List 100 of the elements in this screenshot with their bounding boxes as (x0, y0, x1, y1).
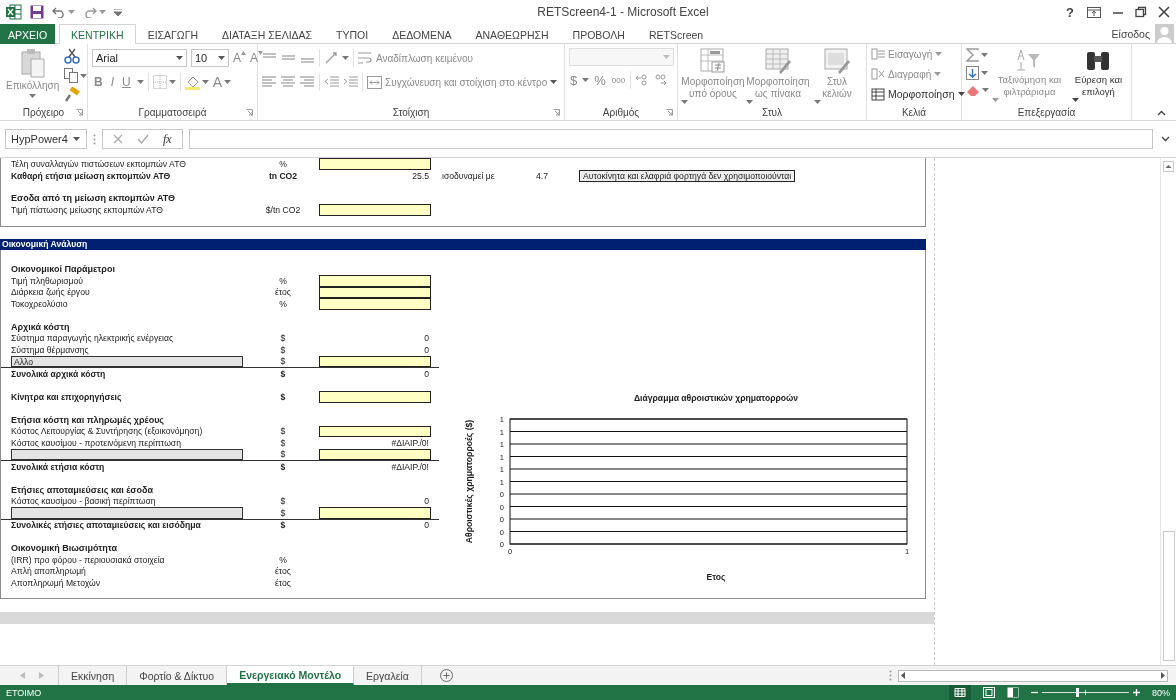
help-button[interactable]: ? (1064, 4, 1076, 20)
ribbon-display-icon[interactable] (1087, 6, 1101, 18)
redo-icon[interactable] (83, 6, 97, 18)
eraser-icon[interactable] (966, 84, 980, 96)
currency-button[interactable]: $ (569, 72, 579, 88)
unit-label: $ (279, 391, 287, 402)
expand-formula-icon[interactable] (1161, 136, 1170, 142)
ribbon-tab[interactable]: ΤΥΠΟΙ (324, 24, 381, 44)
caret-icon (1071, 98, 1079, 102)
page-break-icon[interactable] (1007, 687, 1019, 698)
equivalence-value: 4.7 (535, 170, 549, 181)
caret-icon (663, 55, 670, 59)
vertical-scrollbar[interactable] (1160, 158, 1176, 665)
scroll-thumb[interactable] (1162, 531, 1175, 661)
window-title: RETScreen4-1 - Microsoft Excel (536, 5, 710, 19)
ribbon-tab[interactable]: ΚΕΝΤΡΙΚΗ (59, 24, 136, 44)
format-painter-icon[interactable] (64, 87, 81, 103)
dialog-launcher-icon[interactable] (666, 109, 673, 116)
italic-button[interactable]: I (108, 75, 116, 89)
horizontal-scrollbar[interactable] (898, 669, 1168, 682)
customize-menu-icon[interactable] (114, 8, 122, 16)
slider-thumb[interactable] (1076, 688, 1080, 697)
sign-in-link[interactable]: Είσοδος (1111, 27, 1150, 40)
clipboard-icon (19, 48, 46, 78)
caret-icon (218, 56, 225, 60)
conditional-formatting-icon (700, 48, 726, 74)
save-icon[interactable] (30, 5, 44, 19)
restore-icon[interactable] (1135, 6, 1147, 18)
ribbon-tab[interactable]: ΑΝΑΘΕΩΡΗΣΗ (463, 24, 561, 44)
ribbon-tab[interactable]: ΔΙΑΤΑΞΗ ΣΕΛΙΔΑΣ (210, 24, 325, 44)
scissors-icon[interactable] (64, 48, 81, 64)
underline-button[interactable]: U (120, 75, 133, 89)
name-box[interactable]: HypPower4 (5, 129, 87, 149)
ribbon-tab[interactable]: ΕΙΣΑΓΩΓΗ (135, 24, 211, 44)
caret-icon (681, 100, 689, 104)
dialog-launcher-icon[interactable] (246, 109, 253, 116)
bold-button[interactable]: B (92, 75, 105, 89)
input-cell[interactable] (319, 448, 431, 460)
input-cell[interactable] (319, 158, 431, 170)
page-layout-icon[interactable] (983, 687, 995, 698)
down-caret-icon (258, 51, 264, 55)
ribbon-tab[interactable]: ΠΡΟΒΟΛΗ (560, 24, 637, 44)
caret-icon (168, 80, 176, 84)
row-label: Απλή αποπληρωμή (11, 566, 87, 577)
caret-icon (29, 94, 37, 98)
input-cell[interactable] (319, 391, 431, 403)
dialog-launcher-icon[interactable] (553, 109, 560, 116)
ribbon-tab[interactable]: ΑΡΧΕΙΟ (0, 24, 56, 44)
ribbon-tab[interactable]: RETScreen (636, 24, 716, 44)
value-cell-text: 0 (423, 333, 430, 344)
font-color-button[interactable]: A (212, 74, 223, 90)
font-size-combo[interactable]: 10 (191, 49, 229, 67)
ribbon-tab[interactable]: ΔΕΔΟΜΕΝΑ (380, 24, 464, 44)
normal-view-icon[interactable] (949, 685, 971, 700)
zoom-level[interactable]: 80% (1152, 687, 1170, 698)
input-cell[interactable] (319, 425, 431, 437)
cells-button[interactable]: Μορφοποίηση (871, 86, 965, 102)
decrease-font-size-button[interactable]: A (250, 51, 259, 65)
unit-label: $ (279, 520, 287, 531)
add-sheet-icon[interactable] (439, 669, 453, 682)
unit-label: % (278, 298, 288, 309)
unit-label: $ (279, 437, 287, 448)
input-cell[interactable] (319, 204, 431, 216)
sum-icon[interactable] (966, 48, 979, 62)
dialog-launcher-icon[interactable] (76, 109, 83, 116)
input-cell[interactable] (319, 298, 431, 310)
scroll-up-icon[interactable] (1163, 161, 1174, 172)
copy-icon[interactable] (64, 68, 79, 83)
insert-function-button[interactable]: fx (163, 131, 172, 147)
input-cell[interactable] (319, 275, 431, 287)
decrease-decimal-icon[interactable] (653, 74, 668, 86)
zoom-out-icon[interactable] (1031, 689, 1038, 696)
increase-font-size-button[interactable]: A (233, 51, 241, 65)
fill-down-icon[interactable] (966, 66, 979, 80)
percent-button[interactable]: % (593, 72, 607, 88)
input-cell[interactable] (319, 507, 431, 519)
formula-input[interactable] (188, 129, 1153, 149)
increase-decimal-icon[interactable] (635, 74, 650, 86)
axis-title: Ετος (706, 571, 726, 582)
sheet-tab[interactable]: Ενεργειακό Μοντέλο (227, 666, 355, 685)
collapse-ribbon-icon[interactable] (1157, 110, 1166, 116)
text-orientation-icon[interactable] (324, 51, 340, 65)
thousands-separator-button[interactable]: 000 (610, 75, 627, 85)
find-select-button[interactable]: Εύρεση και επιλογή (1069, 48, 1127, 105)
scroll-right-icon[interactable] (1161, 672, 1165, 679)
cancel-icon[interactable] (113, 134, 123, 144)
scroll-left-icon[interactable] (901, 672, 905, 679)
close-icon[interactable] (1158, 6, 1170, 18)
caret-icon (934, 72, 942, 76)
group-label: Αριθμός (602, 107, 640, 118)
check-icon[interactable] (137, 134, 149, 144)
fill-color-icon[interactable] (184, 74, 200, 90)
input-cell[interactable] (319, 355, 431, 367)
font-name-combo[interactable]: Arial (92, 49, 187, 67)
caret-icon (342, 56, 349, 60)
caret-icon (136, 80, 144, 84)
caret-icon (224, 80, 232, 84)
zoom-in-icon[interactable] (1133, 689, 1140, 696)
unit-label: $ (279, 368, 287, 379)
undo-icon[interactable] (52, 6, 66, 18)
